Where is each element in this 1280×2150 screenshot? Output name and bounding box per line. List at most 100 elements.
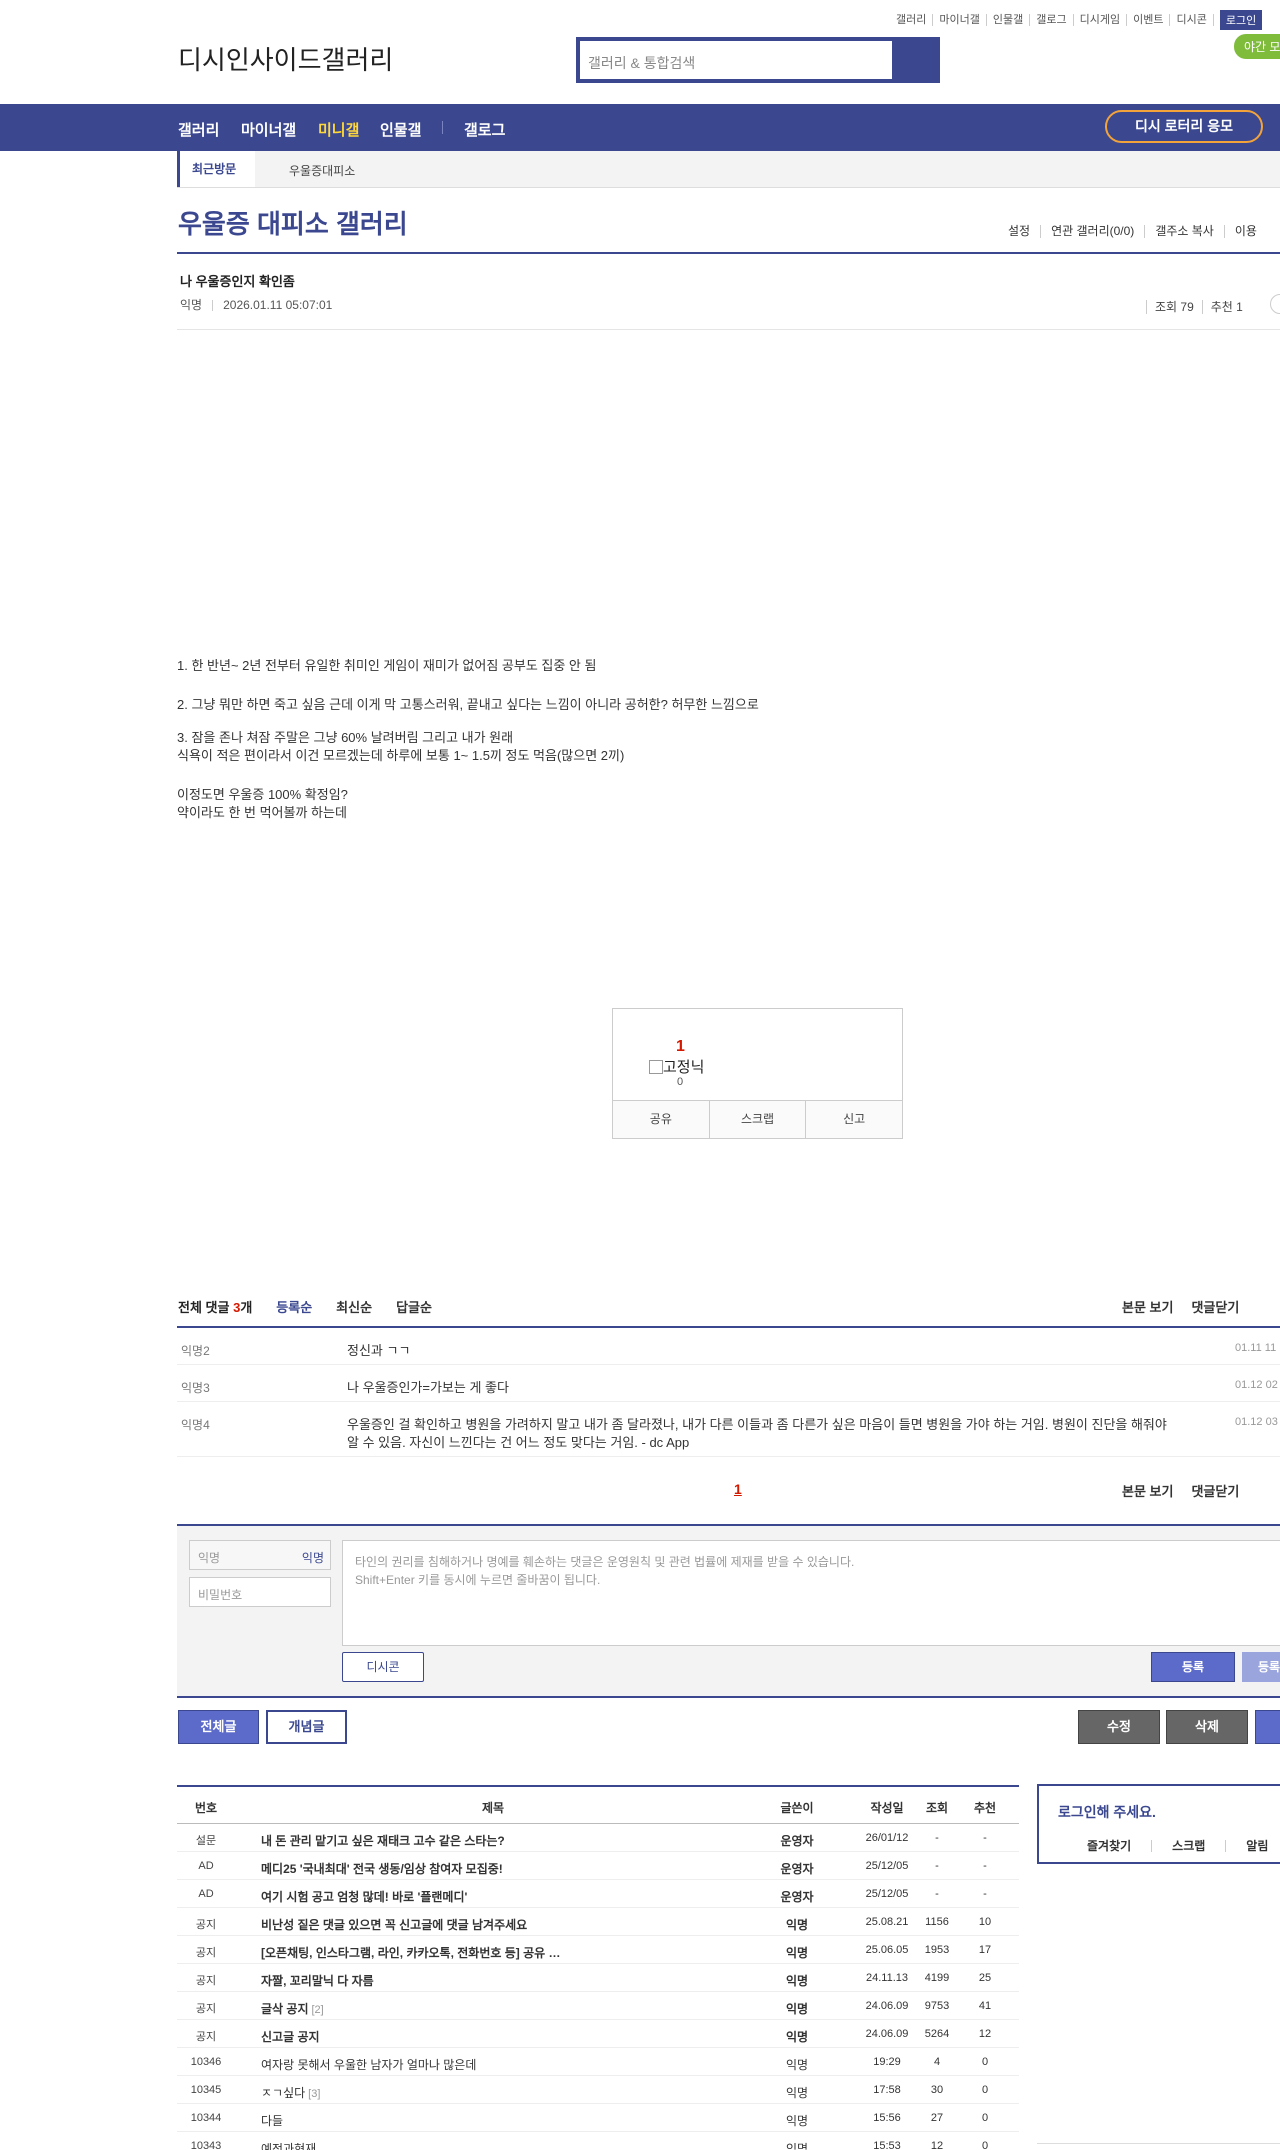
table-row[interactable]: 10345 ㅈㄱ싶다 [3] 익명 17:58 30 0 — [177, 2076, 1019, 2104]
table-row[interactable]: 공지 글삭 공지 [2] 익명 24.06.09 9753 41 — [177, 1992, 1019, 2020]
scrap-link[interactable]: 스크랩 — [1151, 1840, 1225, 1852]
lottery-button[interactable]: 디시 로터리 응모 — [1105, 110, 1263, 143]
night-mode-toggle[interactable]: 야간 모드 — [1234, 34, 1280, 59]
row-subject[interactable]: 다들 — [261, 2112, 661, 2129]
table-row[interactable]: 공지 신고글 공지 익명 24.06.09 5264 12 — [177, 2020, 1019, 2048]
close-comments-link[interactable]: 댓글닫기 — [1191, 1300, 1239, 1315]
sort-registered[interactable]: 등록순 — [276, 1297, 312, 1316]
search-box[interactable]: 갤러리 & 통합검색 — [576, 37, 940, 83]
delete-button[interactable]: 삭제 — [1166, 1710, 1248, 1744]
search-input[interactable]: 갤러리 & 통합검색 — [588, 53, 695, 73]
row-subject[interactable]: 여기 시험 공고 엄청 많데! 바로 '플랜메디' — [261, 1888, 661, 1905]
row-subject[interactable]: ㅈㄱ싶다 [3] — [261, 2084, 661, 2101]
gallery-option-settings[interactable]: 설정 — [1008, 225, 1040, 238]
row-subject[interactable]: 메디25 '국내최대' 전국 생동/임상 참여자 모집중! — [261, 1860, 661, 1877]
table-row[interactable]: 공지 비난성 짙은 댓글 있으면 꼭 신고글에 댓글 남겨주세요 익명 25.08.2… — [177, 1908, 1019, 1936]
row-subject[interactable]: [오픈채팅, 인스타그램, 라인, 카카오톡, 전화번호 등] 공유 … — [261, 1944, 661, 1961]
row-writer[interactable]: 익명 — [767, 2028, 827, 2045]
row-date-text: 24.06.09 — [865, 2000, 909, 2012]
top-link-gallery[interactable]: 갤러리 — [890, 14, 934, 26]
gallery-option-usage[interactable]: 이용 — [1223, 225, 1267, 238]
comment-nick[interactable]: 익명3 — [181, 1379, 210, 1396]
password-field[interactable]: 비밀번호 — [189, 1577, 331, 1607]
row-subject[interactable]: 내 돈 관리 맡기고 싶은 재태크 고수 같은 스타는? — [261, 1832, 661, 1849]
gallery-title[interactable]: 우울증 대피소 갤러리 — [178, 204, 408, 241]
write-button[interactable] — [1255, 1710, 1280, 1744]
recent-visit-item[interactable]: 우울증대피소 — [289, 162, 355, 179]
top-link-person[interactable]: 인물갤 — [987, 14, 1031, 26]
login-button[interactable]: 로그인 — [1219, 10, 1263, 30]
row-writer[interactable]: 익명 — [767, 2112, 827, 2129]
favorites-link[interactable]: 즐겨찾기 — [1087, 1840, 1151, 1852]
table-row[interactable]: 공지 자짤, 꼬리말닉 다 자름 익명 24.11.13 4199 25 — [177, 1964, 1019, 1992]
reply-count[interactable]: [2] — [312, 2004, 324, 2016]
comment-page-1[interactable]: 1 — [734, 1481, 742, 1497]
table-row[interactable]: 10346 여자랑 못해서 우울한 남자가 얼마나 많은데 익명 19:29 4 0 — [177, 2048, 1019, 2076]
view-body-link[interactable]: 본문 보기 — [1122, 1300, 1173, 1315]
post-date: 2026.01.11 05:07:01 — [212, 299, 332, 311]
table-row[interactable]: AD 메디25 '국내최대' 전국 생동/임상 참여자 모집중! 운영자 25/12/… — [177, 1852, 1019, 1880]
table-row[interactable]: 10343 예전과현재 익명 15:53 12 0 — [177, 2132, 1019, 2150]
nav-gallery[interactable]: 갤러리 — [178, 119, 219, 140]
table-row[interactable]: AD 여기 시험 공고 엄청 많데! 바로 '플랜메디' 운영자 25/12/05 - - — [177, 1880, 1019, 1908]
login-prompt[interactable]: 로그인해 주세요. — [1058, 1802, 1156, 1822]
report-button[interactable]: 신고 — [805, 1101, 902, 1138]
table-row[interactable]: 공지 [오픈채팅, 인스타그램, 라인, 카카오톡, 전화번호 등] 공유 … 익명… — [177, 1936, 1019, 1964]
comment-nick[interactable]: 익명4 — [181, 1416, 210, 1433]
name-field[interactable]: 익명 익명 — [189, 1540, 331, 1570]
row-writer[interactable]: 익명 — [767, 2140, 827, 2150]
comment-textarea[interactable]: 타인의 권리를 침해하거나 명예를 훼손하는 댓글은 운영원칙 및 관련 법률에… — [342, 1540, 1280, 1646]
close-comments-link[interactable]: 댓글닫기 — [1191, 1484, 1239, 1499]
row-subject-text: 메디25 '국내최대' 전국 생동/임상 참여자 모집중! — [261, 1862, 503, 1876]
share-button[interactable]: 공유 — [613, 1101, 709, 1138]
row-writer[interactable]: 운영자 — [767, 1888, 827, 1905]
nav-person[interactable]: 인물갤 — [380, 119, 421, 140]
search-button[interactable] — [892, 41, 936, 79]
scrap-button[interactable]: 스크랩 — [708, 1101, 806, 1138]
register-button[interactable]: 등록 — [1151, 1652, 1235, 1682]
row-subject[interactable]: 비난성 짙은 댓글 있으면 꼭 신고글에 댓글 남겨주세요 — [261, 1916, 661, 1933]
best-posts-button[interactable]: 개념글 — [266, 1710, 347, 1744]
row-writer[interactable]: 익명 — [767, 2000, 827, 2017]
notification-link[interactable]: 알림 — [1225, 1840, 1280, 1852]
comment-nick[interactable]: 익명2 — [181, 1342, 210, 1359]
sort-latest[interactable]: 최신순 — [336, 1297, 372, 1316]
fixed-nick-recommend[interactable]: 고정닉 — [649, 1056, 704, 1077]
row-writer[interactable]: 운영자 — [767, 1860, 827, 1877]
top-link-minor[interactable]: 마이너갤 — [933, 14, 987, 26]
top-link-gallog[interactable]: 갤로그 — [1030, 14, 1074, 26]
row-subject[interactable]: 신고글 공지 — [261, 2028, 661, 2045]
register-recommend-button[interactable]: 등록 — [1242, 1652, 1280, 1682]
row-subject[interactable]: 자짤, 꼬리말닉 다 자름 — [261, 1972, 661, 1989]
row-writer[interactable]: 운영자 — [767, 1832, 827, 1849]
top-link-event[interactable]: 이벤트 — [1127, 14, 1171, 26]
list-rows: 설문 내 돈 관리 맡기고 싶은 재태크 고수 같은 스타는? 운영자 26/01/1… — [177, 1824, 1019, 2150]
gallery-option-copy-url[interactable]: 갤주소 복사 — [1144, 225, 1224, 238]
nav-gallog[interactable]: 갤로그 — [464, 119, 505, 140]
post-views: 조회 79 — [1146, 300, 1202, 314]
reply-count[interactable]: [3] — [308, 2088, 320, 2100]
row-writer[interactable]: 익명 — [767, 1972, 827, 1989]
sort-replies[interactable]: 답글순 — [396, 1297, 432, 1316]
site-logo[interactable]: 디시인사이드갤러리 — [178, 40, 393, 77]
row-subject[interactable]: 여자랑 못해서 우울한 남자가 얼마나 많은데 — [261, 2056, 661, 2073]
table-row[interactable]: 설문 내 돈 관리 맡기고 싶은 재태크 고수 같은 스타는? 운영자 26/01/1… — [177, 1824, 1019, 1852]
view-body-link[interactable]: 본문 보기 — [1122, 1484, 1173, 1499]
edit-button[interactable]: 수정 — [1078, 1710, 1160, 1744]
nav-mini[interactable]: 미니갤 — [318, 119, 359, 140]
table-row[interactable]: 10344 다들 익명 15:56 27 0 — [177, 2104, 1019, 2132]
nav-minor[interactable]: 마이너갤 — [241, 119, 296, 140]
dccon-button[interactable]: 디시콘 — [342, 1652, 424, 1682]
row-writer[interactable]: 익명 — [767, 1944, 827, 1961]
top-link-game[interactable]: 디시게임 — [1074, 14, 1128, 26]
row-subject[interactable]: 예전과현재 — [261, 2140, 661, 2150]
top-link-dccon[interactable]: 디시콘 — [1170, 14, 1214, 26]
row-writer-text: 익명 — [785, 1918, 809, 1932]
row-writer[interactable]: 익명 — [767, 1916, 827, 1933]
more-icon[interactable] — [1270, 294, 1280, 314]
all-posts-button[interactable]: 전체글 — [178, 1710, 259, 1744]
row-subject[interactable]: 글삭 공지 [2] — [261, 2000, 661, 2017]
row-writer[interactable]: 익명 — [767, 2084, 827, 2101]
row-writer[interactable]: 익명 — [767, 2056, 827, 2073]
gallery-option-related[interactable]: 연관 갤러리(0/0) — [1040, 225, 1144, 238]
